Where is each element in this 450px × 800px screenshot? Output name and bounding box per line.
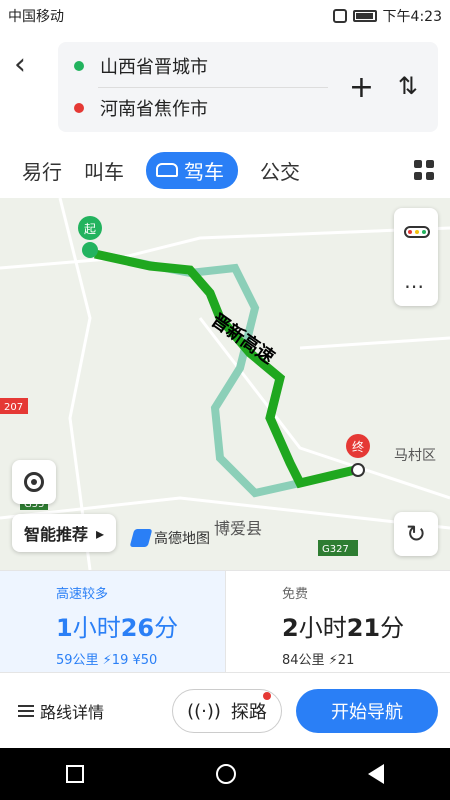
smart-label: 智能推荐 [24, 525, 89, 544]
back-nav-icon[interactable] [368, 764, 384, 784]
g327-label: G327 [322, 544, 349, 555]
place-label-boai: 博爱县 [214, 519, 262, 538]
locate-button[interactable] [12, 460, 56, 504]
route-header: ‹ 山西省晋城市 河南省焦作市 + ⇅ [0, 32, 450, 142]
route-detail-button[interactable]: 路线详情 [18, 699, 104, 723]
chevron-right-icon: ▸ [96, 523, 105, 543]
route-detail-label: 路线详情 [40, 702, 105, 722]
map-side-buttons: ⋯ [394, 208, 438, 306]
time-minutes: 21 [346, 614, 381, 642]
route207-label: 207 [4, 402, 23, 413]
option-tag: 免费 [282, 587, 309, 602]
start-point [82, 242, 98, 258]
time-hours-unit: 小时 [298, 614, 347, 642]
locate-icon [24, 472, 44, 492]
refresh-icon: ↻ [405, 520, 427, 548]
back-icon[interactable]: ‹ [14, 50, 44, 80]
wifi-icon [332, 9, 347, 23]
notification-dot [263, 692, 271, 700]
status-icons: 下午4:23 [332, 6, 442, 26]
add-waypoint-icon[interactable]: + [349, 70, 374, 105]
time-minutes: 26 [120, 614, 155, 642]
start-text: 山西省晋城市 [100, 57, 208, 78]
status-bar: 中国移动 下午4:23 [0, 0, 450, 32]
time-hours: 1 [56, 614, 73, 642]
radar-icon: ((·)) [187, 700, 221, 722]
start-marker-text: 起 [84, 222, 96, 236]
list-icon [18, 704, 34, 717]
end-text: 河南省焦作市 [100, 99, 208, 120]
tab-easy[interactable]: 易行 [22, 156, 62, 185]
car-icon [156, 163, 178, 177]
system-navbar [0, 748, 450, 800]
start-nav-label: 开始导航 [331, 702, 403, 723]
place-label-macun: 马村区 [394, 448, 436, 464]
start-navigation-button[interactable]: 开始导航 [296, 689, 438, 733]
swap-icon[interactable]: ⇅ [398, 72, 418, 100]
time-minutes-unit: 分 [380, 614, 405, 642]
route-options: 高速较多 1小时26分 59公里 ⚡19 ¥50 免费 2小时21分 84公里 … [0, 570, 450, 673]
battery-icon [352, 10, 377, 22]
more-icon[interactable]: ⋯ [404, 274, 424, 298]
recent-apps-icon[interactable] [66, 765, 84, 783]
tab-drive-label: 驾车 [184, 159, 224, 184]
route-option-free[interactable]: 免费 2小时21分 84公里 ⚡21 [225, 571, 450, 673]
tab-drive[interactable]: 驾车 [146, 151, 238, 189]
traffic-icon[interactable] [404, 226, 430, 238]
option-tag: 高速较多 [56, 587, 109, 602]
smart-recommend-button[interactable]: 智能推荐 ▸ [12, 514, 117, 552]
end-point [351, 463, 365, 477]
transport-tabs: 易行 叫车 驾车 公交 [0, 142, 450, 198]
route-option-highway[interactable]: 高速较多 1小时26分 59公里 ⚡19 ¥50 [0, 571, 225, 673]
end-dot-icon [74, 103, 84, 113]
amap-logo-icon [129, 529, 153, 547]
home-icon[interactable] [216, 764, 236, 784]
main-route [94, 249, 357, 489]
option-time: 2小时21分 [282, 608, 450, 643]
grid-menu-icon[interactable] [414, 160, 434, 180]
bottom-bar: 路线详情 ((·)) 探路 开始导航 [0, 672, 450, 748]
end-marker-text: 终 [352, 439, 364, 454]
start-dot-icon [74, 61, 84, 71]
option-time: 1小时26分 [56, 608, 225, 643]
time-minutes-unit: 分 [154, 614, 179, 642]
logo-text: 高德地图 [154, 531, 210, 547]
route-input-box: 山西省晋城市 河南省焦作市 + ⇅ [58, 42, 438, 132]
option-meta: 59公里 ⚡19 ¥50 [56, 653, 158, 668]
map-view[interactable]: 起 终 晋新高速 马村区 博爱县 G55 G327 207 ⋯ 智能推荐 ▸ 高… [0, 198, 450, 570]
explore-label: 探路 [230, 702, 267, 723]
refresh-button[interactable]: ↻ [394, 512, 438, 556]
time-hours-unit: 小时 [72, 614, 121, 642]
carrier: 中国移动 [8, 9, 64, 25]
amap-logo: 高德地图 [129, 528, 210, 548]
end-field[interactable]: 河南省焦作市 [58, 88, 208, 128]
option-meta: 84公里 ⚡21 [282, 653, 355, 668]
time-hours: 2 [282, 614, 299, 642]
road-line [299, 336, 450, 350]
clock: 下午4:23 [382, 9, 442, 25]
alt-route [94, 250, 356, 498]
tab-bus[interactable]: 公交 [260, 156, 300, 185]
start-field[interactable]: 山西省晋城市 [58, 46, 208, 86]
tab-taxi[interactable]: 叫车 [84, 156, 124, 185]
explore-button[interactable]: ((·)) 探路 [172, 689, 282, 733]
